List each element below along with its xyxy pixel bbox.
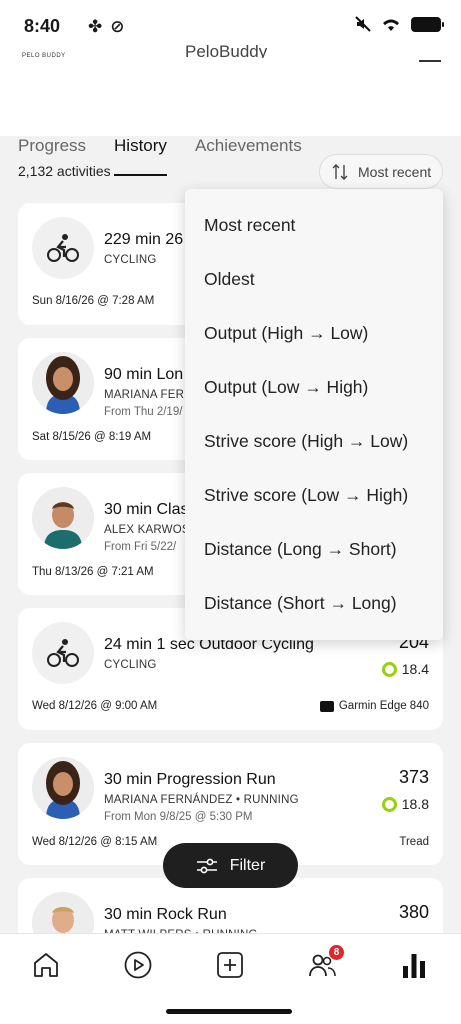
app-name: PeloBuddy <box>185 42 268 58</box>
battery-icon <box>411 16 444 32</box>
activity-subtitle: MARIANA FERNÁNDEZ • RUNNING <box>104 794 299 806</box>
tab-achievements[interactable]: Achievements <box>195 136 302 176</box>
status-system-icons <box>355 16 444 32</box>
play-icon <box>124 951 152 979</box>
device-name: Garmin Edge 840 <box>338 700 429 712</box>
wifi-icon <box>383 19 399 31</box>
do-not-disturb-icon: ⊘ <box>110 17 125 36</box>
activity-date: Thu 8/13/26 @ 7:21 AM <box>32 566 154 578</box>
instructor-avatar <box>32 487 94 549</box>
stats-icon <box>403 954 425 978</box>
nav-home[interactable] <box>29 948 63 982</box>
sort-option-output-low-high[interactable]: Output (Low → High) <box>204 377 368 398</box>
activity-output: 373 <box>398 767 429 787</box>
bike-icon <box>47 234 79 262</box>
instructor-photo <box>32 352 94 414</box>
strive-score: 18.4 <box>381 661 429 677</box>
add-icon <box>217 952 243 978</box>
home-indicator <box>166 1009 292 1014</box>
strive-ring-icon <box>381 796 397 812</box>
activity-original-date: From Mon 9/8/25 @ 5:30 PM <box>104 811 253 823</box>
app-header: PELO BUDDY PeloBuddy Progress History Ac… <box>0 40 461 176</box>
activity-subtitle: ALEX KARWOSI <box>104 524 194 536</box>
sort-menu: Most recent Oldest Output (High → Low) O… <box>185 189 443 640</box>
activity-date: Wed 8/12/26 @ 8:15 AM <box>32 836 158 848</box>
bike-icon <box>47 639 79 667</box>
status-time: 8:40 <box>24 16 61 36</box>
strive-score-value: 18.8 <box>401 796 429 812</box>
menu-icon[interactable] <box>419 60 441 62</box>
activity-date: Sun 8/16/26 @ 7:28 AM <box>32 295 155 307</box>
sort-option-distance-long-short[interactable]: Distance (Long → Short) <box>204 539 397 560</box>
filter-label: Filter <box>229 856 266 874</box>
sliders-icon <box>196 858 217 873</box>
sort-option-most-recent[interactable]: Most recent <box>204 215 295 236</box>
activity-title: 90 min Lon <box>104 366 184 383</box>
activity-date: Sat 8/15/26 @ 8:19 AM <box>32 431 152 443</box>
activity-subtitle: CYCLING <box>104 254 157 266</box>
strive-score: 18.8 <box>381 796 429 812</box>
sort-option-oldest[interactable]: Oldest <box>204 269 255 290</box>
notification-badge: 8 <box>328 944 345 961</box>
status-notification-icons: ✤ ⊘ <box>88 17 125 37</box>
nav-add[interactable] <box>213 948 247 982</box>
activity-subtitle: CYCLING <box>104 659 157 671</box>
sort-option-output-high-low[interactable]: Output (High → Low) <box>204 323 368 344</box>
activity-original-date: From Thu 2/19/ <box>104 406 183 418</box>
sort-button[interactable]: Most recent <box>319 154 443 189</box>
activity-original-date: From Fri 5/22/ <box>104 541 177 553</box>
activity-device: Garmin Edge 840 <box>319 700 429 712</box>
nav-stats[interactable] <box>397 948 431 982</box>
nav-community[interactable]: 8 <box>305 944 345 982</box>
sort-option-strive-high-low[interactable]: Strive score (High → Low) <box>204 431 408 452</box>
activity-count: 2,132 activities <box>18 163 111 179</box>
activity-title: 229 min 26 <box>104 231 184 248</box>
strive-score-value: 18.4 <box>401 661 429 677</box>
instructor-photo <box>32 487 94 549</box>
activity-thumbnail <box>32 217 94 279</box>
activity-title: 30 min Clas <box>104 501 189 518</box>
app-logo: PELO BUDDY <box>22 53 66 59</box>
home-icon <box>34 953 58 977</box>
instructor-avatar <box>32 757 94 819</box>
tab-history[interactable]: History <box>114 136 167 176</box>
instructor-avatar <box>32 352 94 414</box>
strive-ring-icon <box>381 661 397 677</box>
filter-button[interactable]: Filter <box>163 843 298 888</box>
sort-option-strive-low-high[interactable]: Strive score (Low → High) <box>204 485 408 506</box>
garmin-device-icon <box>319 700 334 712</box>
activity-date: Wed 8/12/26 @ 9:00 AM <box>32 700 158 712</box>
activity-subtitle: MARIANA FERN <box>104 389 193 401</box>
sort-label: Most recent <box>358 163 432 180</box>
fan-icon: ✤ <box>88 17 103 36</box>
sort-icon <box>332 163 348 180</box>
mute-icon <box>355 16 371 32</box>
activity-thumbnail <box>32 622 94 684</box>
nav-classes[interactable] <box>121 948 155 982</box>
sort-option-distance-short-long[interactable]: Distance (Short → Long) <box>204 593 397 614</box>
activity-output: 380 <box>398 902 429 922</box>
activity-title: 30 min Rock Run <box>104 906 227 923</box>
instructor-photo <box>32 757 94 819</box>
activity-device: Tread <box>399 836 429 848</box>
activity-title: 30 min Progression Run <box>104 771 276 788</box>
